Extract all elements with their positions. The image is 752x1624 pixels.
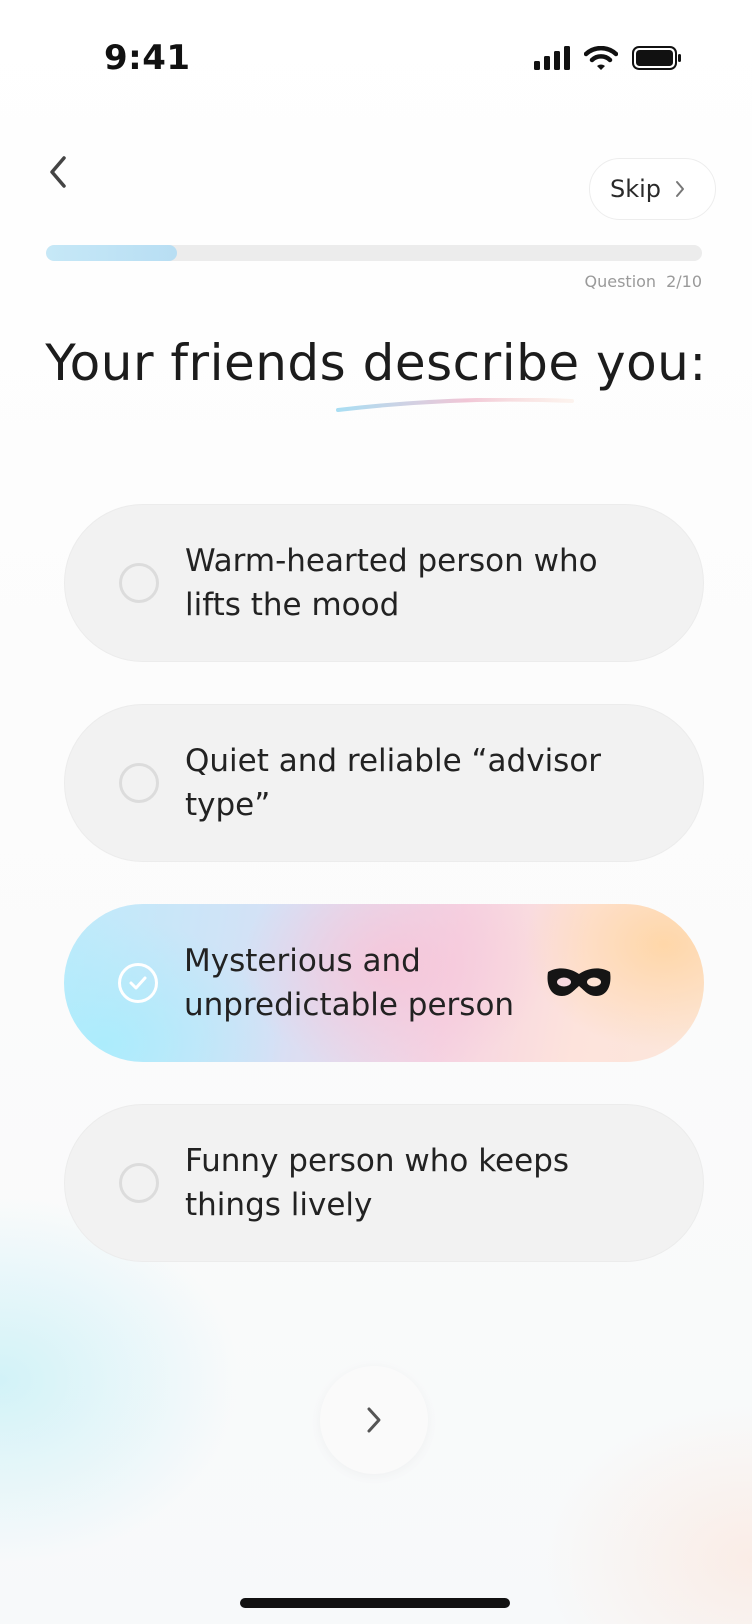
back-button[interactable] [36, 150, 80, 194]
option-label: Warm-hearted person who lifts the mood [185, 543, 598, 623]
progress-label: Question [584, 272, 657, 291]
question-title: Your friends describe you: [45, 334, 707, 392]
chevron-right-icon [676, 181, 684, 197]
skip-button[interactable]: Skip [588, 158, 716, 220]
next-button[interactable] [320, 1366, 428, 1474]
status-time: 9:41 [104, 38, 191, 78]
status-icons [534, 46, 682, 70]
radio-button-checked[interactable] [118, 963, 158, 1003]
option-quiet-reliable[interactable]: Quiet and reliable “advisor type” [64, 704, 704, 862]
mask-icon [547, 968, 611, 996]
radio-button[interactable] [119, 1163, 159, 1203]
signal-icon [534, 46, 570, 70]
title-underline [336, 398, 574, 412]
home-indicator [240, 1598, 510, 1608]
option-label: Funny person who keeps things lively [185, 1143, 570, 1223]
progress-count: 2/10 [666, 272, 702, 291]
option-mysterious[interactable]: Mysterious and unpredictable person [64, 904, 704, 1062]
skip-label: Skip [609, 175, 661, 203]
progress-bar [46, 245, 702, 261]
check-icon [129, 976, 147, 990]
progress-text: Question 2/10 [585, 272, 703, 291]
option-funny[interactable]: Funny person who keeps things lively [64, 1104, 704, 1262]
radio-button[interactable] [119, 763, 159, 803]
battery-icon [632, 46, 681, 70]
radio-button[interactable] [119, 563, 159, 603]
option-warm-hearted[interactable]: Warm-hearted person who lifts the mood [64, 504, 704, 662]
chevron-right-icon [367, 1407, 381, 1433]
progress-fill [46, 245, 178, 261]
chevron-left-icon [50, 156, 66, 188]
option-label: Quiet and reliable “advisor type” [185, 743, 602, 823]
wifi-icon [584, 46, 618, 70]
